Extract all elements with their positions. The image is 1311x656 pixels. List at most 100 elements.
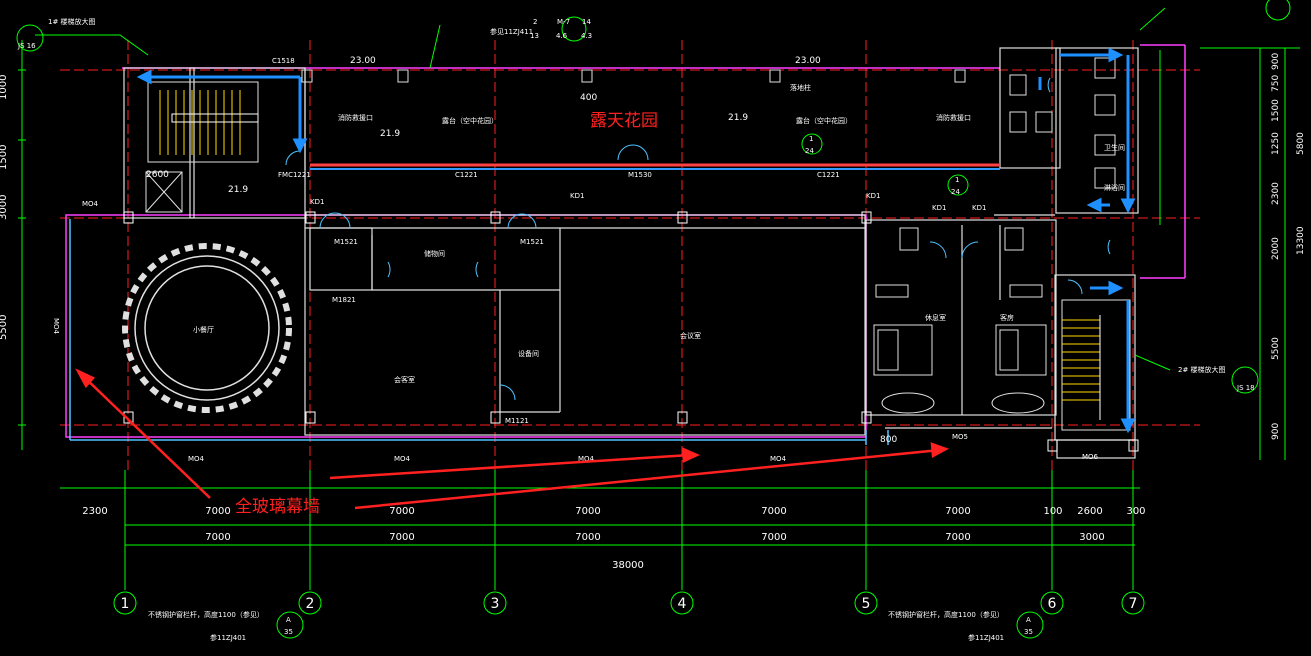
label-mo5: MO5 bbox=[952, 433, 968, 441]
right-outer-1: 5800 bbox=[1296, 132, 1306, 155]
axis-label-7: 7 bbox=[1129, 596, 1138, 612]
stair-2 bbox=[1061, 299, 1131, 431]
label-detail-a-left: A bbox=[286, 616, 291, 624]
elev-4: 400 bbox=[580, 93, 597, 103]
label-m1121: M1121 bbox=[505, 417, 529, 425]
room-meeting-2: 会议室 bbox=[680, 331, 701, 340]
doors bbox=[285, 77, 1111, 401]
label-mo4-b: MO4 bbox=[188, 455, 205, 463]
left-dimensions bbox=[18, 40, 26, 450]
dim-row2-d: 7000 bbox=[761, 532, 786, 543]
detail-1-a: 1 bbox=[809, 135, 813, 143]
detail-1-b: 1 bbox=[955, 176, 959, 184]
label-c1221-a: C1221 bbox=[455, 171, 478, 179]
top-bay-2: 23.00 bbox=[795, 56, 821, 66]
label-top-num-d: 13 bbox=[530, 32, 539, 40]
dim-total: 38000 bbox=[612, 560, 644, 571]
label-kd1-b: KD1 bbox=[570, 192, 584, 200]
label-ref-right: 参11ZJ401 bbox=[968, 633, 1004, 642]
small-dim-1: 2600 bbox=[146, 170, 169, 180]
interior-walls bbox=[123, 47, 1139, 459]
label-detail-35-left: 35 bbox=[284, 628, 293, 636]
label-top-num-b: M-7 bbox=[557, 18, 570, 26]
dim-row1-a: 2300 bbox=[82, 506, 107, 517]
curtain-wall-callout: 全玻璃幕墙 bbox=[235, 497, 320, 517]
label-stair2-ref: JS 18 bbox=[1236, 384, 1255, 392]
fire-rescue-2: 消防救援口 bbox=[936, 113, 971, 122]
dim-row1-f: 7000 bbox=[945, 506, 970, 517]
dim-row2-f: 3000 bbox=[1079, 532, 1104, 543]
small-dim-2: 800 bbox=[880, 435, 897, 445]
right-dim-3: 1500 bbox=[1271, 99, 1281, 122]
label-kd1-e: KD1 bbox=[972, 204, 986, 212]
dim-row2-c: 7000 bbox=[575, 532, 600, 543]
label-m1521-b: M1521 bbox=[520, 238, 544, 246]
right-outer-2: 13300 bbox=[1296, 226, 1306, 255]
dim-row1-g: 100 bbox=[1043, 506, 1062, 517]
label-stair1-ref: JS 16 bbox=[17, 42, 36, 50]
label-detail-a-right: A bbox=[1026, 616, 1031, 624]
dim-row1-e: 7000 bbox=[761, 506, 786, 517]
elev-2: 21.9 bbox=[728, 113, 748, 123]
right-dim-1: 900 bbox=[1271, 53, 1281, 70]
dim-row2-b: 7000 bbox=[389, 532, 414, 543]
downpipe-label: 落地柱 bbox=[790, 83, 811, 92]
label-m1521-a: M1521 bbox=[334, 238, 358, 246]
evacuation-routes bbox=[136, 47, 1136, 434]
dim-row1-d: 7000 bbox=[575, 506, 600, 517]
label-top-num-e: 4.6 bbox=[556, 32, 568, 40]
elev-3: 21.9 bbox=[228, 185, 248, 195]
beds bbox=[873, 324, 1047, 414]
right-dim-8: 900 bbox=[1271, 423, 1281, 440]
room-meeting-1: 会客室 bbox=[394, 375, 415, 384]
label-top-num-c: 14 bbox=[582, 18, 591, 26]
label-c1221-b: C1221 bbox=[817, 171, 840, 179]
right-dim-6: 2000 bbox=[1271, 237, 1281, 260]
shower-label: 淋浴间 bbox=[1104, 183, 1125, 192]
dim-row1-h: 2600 bbox=[1077, 506, 1102, 517]
label-ref-left: 参11ZJ401 bbox=[210, 633, 246, 642]
label-kd1-c: KD1 bbox=[866, 192, 880, 200]
right-dim-4: 1250 bbox=[1271, 132, 1281, 155]
label-fmc1221: FMC1221 bbox=[278, 171, 311, 179]
room-rest: 休息室 bbox=[925, 313, 946, 322]
detail-24-a: 24 bbox=[805, 147, 814, 155]
label-stair2: 2# 楼梯放大图 bbox=[1178, 365, 1226, 374]
dim-row2-e: 7000 bbox=[945, 532, 970, 543]
label-mo4-f: MO4 bbox=[52, 318, 60, 335]
label-mo4-c: MO4 bbox=[394, 455, 411, 463]
room-equip: 设备间 bbox=[518, 349, 539, 358]
left-dim-1: 1000 bbox=[0, 75, 9, 100]
right-dim-7: 5500 bbox=[1271, 337, 1281, 360]
left-dim-2: 1500 bbox=[0, 145, 9, 170]
label-kd1-a: KD1 bbox=[310, 198, 324, 206]
label-mo4-a: MO4 bbox=[82, 200, 99, 208]
dim-row2-a: 7000 bbox=[205, 532, 230, 543]
detail-24-b: 24 bbox=[951, 188, 960, 196]
room-banquet: 小餐厅 bbox=[193, 325, 214, 334]
left-dim-4: 5500 bbox=[0, 315, 9, 340]
wc-label: 卫生间 bbox=[1104, 143, 1125, 152]
axis-label-4: 4 bbox=[678, 596, 687, 612]
label-detail-35-right: 35 bbox=[1024, 628, 1033, 636]
label-top-ref: 参见11ZJ411 bbox=[490, 27, 533, 36]
label-stair1: 1# 楼梯放大图 bbox=[48, 17, 96, 26]
top-bay-1: 23.00 bbox=[350, 56, 376, 66]
toilet-fixtures bbox=[875, 57, 1116, 298]
dim-row1-b: 7000 bbox=[205, 506, 230, 517]
axis-label-2: 2 bbox=[306, 596, 315, 612]
label-note-left: 不锈钢护窗栏杆，高度1100（参见） bbox=[148, 610, 264, 619]
axis-label-1: 1 bbox=[121, 596, 130, 612]
dim-row1-c: 7000 bbox=[389, 506, 414, 517]
fire-rescue-1: 消防救援口 bbox=[338, 113, 373, 122]
outer-walls bbox=[65, 44, 1186, 438]
axis-label-3: 3 bbox=[491, 596, 500, 612]
terrace-2: 露台（空中花园） bbox=[796, 116, 852, 125]
label-kd1-d: KD1 bbox=[932, 204, 946, 212]
label-c1518: C1518 bbox=[272, 57, 295, 65]
garden-callout: 露天花园 bbox=[590, 111, 658, 131]
elev-1: 21.9 bbox=[380, 129, 400, 139]
label-top-num-f: 4.3 bbox=[581, 32, 592, 40]
label-m1821: M1821 bbox=[332, 296, 356, 304]
left-dim-3: 3000 bbox=[0, 195, 9, 220]
